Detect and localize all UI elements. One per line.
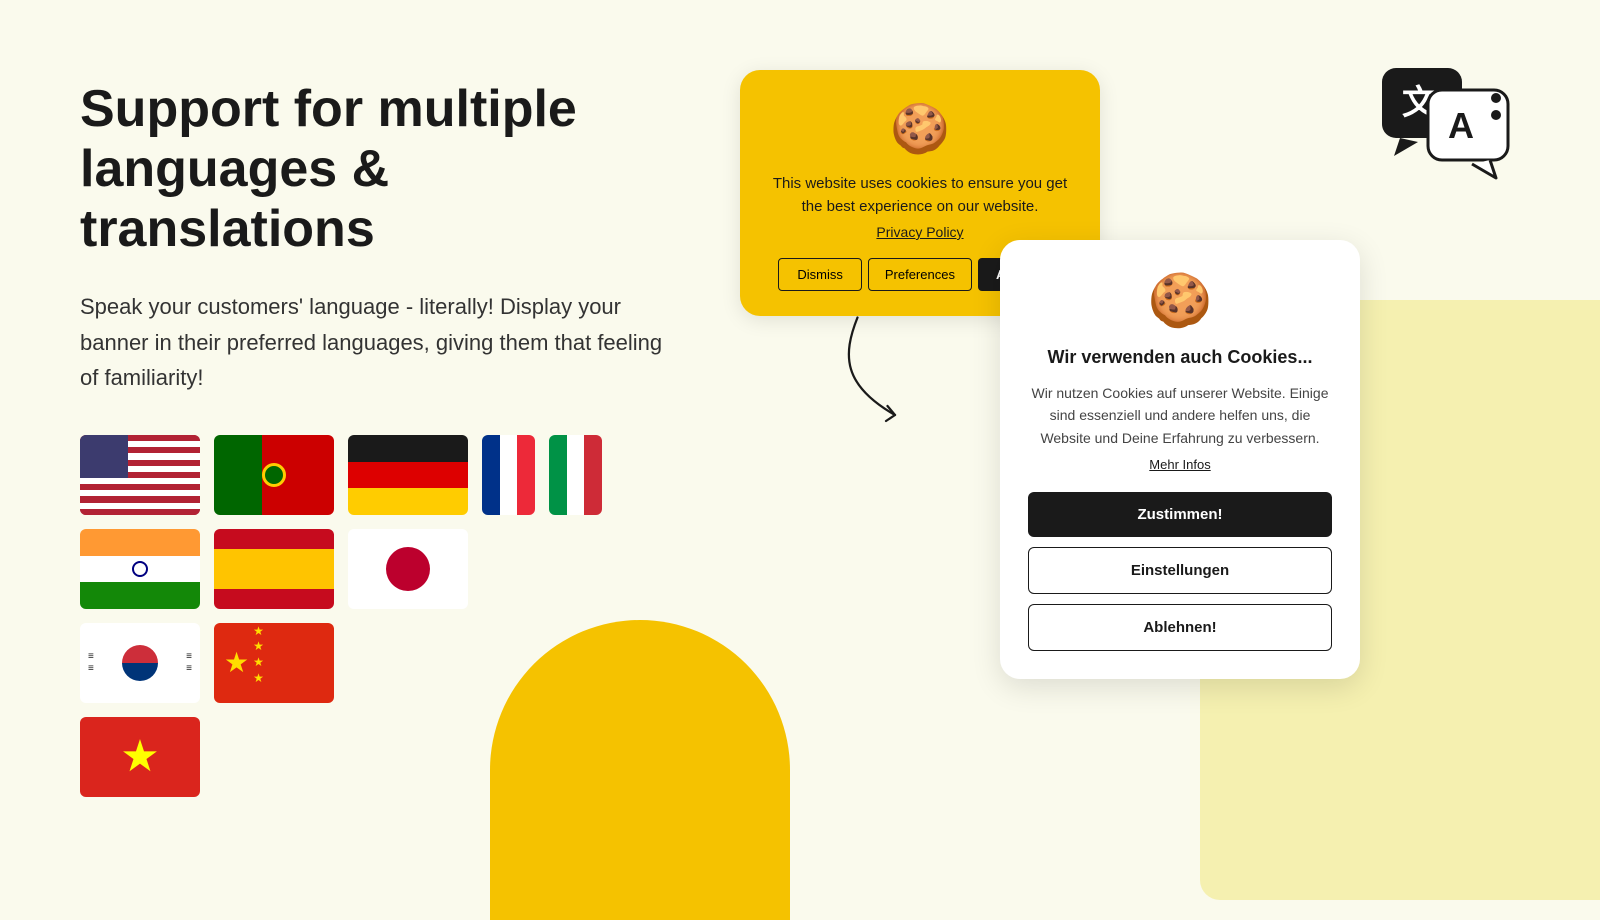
flag-usa	[80, 435, 200, 515]
cookie-banner-german: 🍪 Wir verwenden auch Cookies... Wir nutz…	[1000, 240, 1360, 679]
mehr-infos-link[interactable]: Mehr Infos	[1028, 457, 1332, 472]
flag-germany	[348, 435, 468, 515]
privacy-policy-link[interactable]: Privacy Policy	[770, 224, 1070, 240]
flag-india	[80, 529, 200, 609]
main-title: Support for multiple languages & transla…	[80, 80, 680, 259]
flag-spain	[214, 529, 334, 609]
arrow-decoration	[820, 310, 940, 430]
preferences-button[interactable]: Preferences	[868, 258, 972, 291]
einstellungen-button[interactable]: Einstellungen	[1028, 547, 1332, 594]
flag-france	[482, 435, 535, 515]
cookie-text-german: Wir nutzen Cookies auf unserer Website. …	[1028, 382, 1332, 449]
flag-italy	[549, 435, 602, 515]
flag-portugal	[214, 435, 334, 515]
dismiss-button[interactable]: Dismiss	[778, 258, 862, 291]
flag-vietnam: ★	[80, 717, 200, 797]
zustimmen-button[interactable]: Zustimmen!	[1028, 492, 1332, 537]
cookie-title-german: Wir verwenden auch Cookies...	[1028, 347, 1332, 368]
flag-china: ★ ★ ★ ★ ★	[214, 623, 334, 703]
subtitle: Speak your customers' language - literal…	[80, 289, 680, 395]
translate-icon: 文 A	[1380, 60, 1510, 180]
cookie-icon-german: 🍪	[1028, 270, 1332, 331]
cookie-text-english: This website uses cookies to ensure you …	[770, 173, 1070, 218]
flag-korea: ≡≡ ≡≡	[80, 623, 200, 703]
flag-france-italy-cell	[482, 435, 602, 515]
yellow-semicircle	[490, 620, 790, 920]
svg-text:A: A	[1448, 105, 1474, 146]
cookie-icon-english: 🍪	[770, 100, 1070, 157]
flag-japan	[348, 529, 468, 609]
ablehnen-button[interactable]: Ablehnen!	[1028, 604, 1332, 651]
